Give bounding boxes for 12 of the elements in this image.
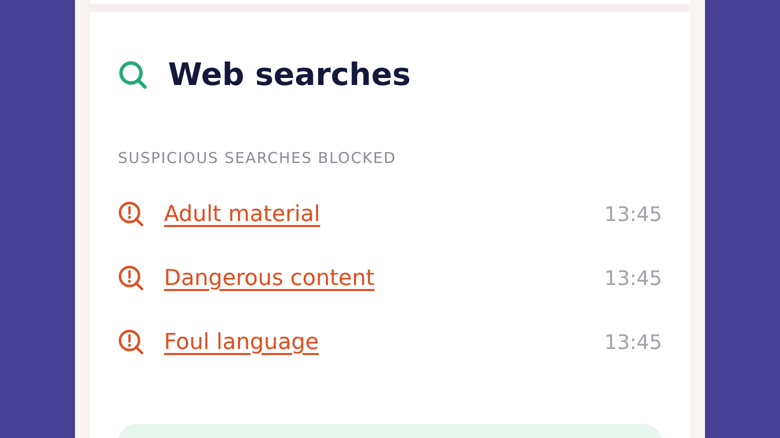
search-icon bbox=[118, 60, 148, 90]
alert-search-icon bbox=[118, 265, 144, 291]
search-link[interactable]: Foul language bbox=[164, 330, 604, 354]
card-title: Web searches bbox=[168, 57, 411, 93]
search-link[interactable]: Dangerous content bbox=[164, 266, 604, 290]
time-label: 13:45 bbox=[604, 266, 662, 290]
alert-search-icon bbox=[118, 329, 144, 355]
section-label: SUSPICIOUS SEARCHES BLOCKED bbox=[118, 151, 398, 165]
search-link[interactable]: Adult material bbox=[164, 202, 604, 226]
alert-search-icon bbox=[118, 201, 144, 227]
time-label: 13:45 bbox=[604, 330, 662, 354]
time-label: 13:45 bbox=[604, 202, 662, 226]
